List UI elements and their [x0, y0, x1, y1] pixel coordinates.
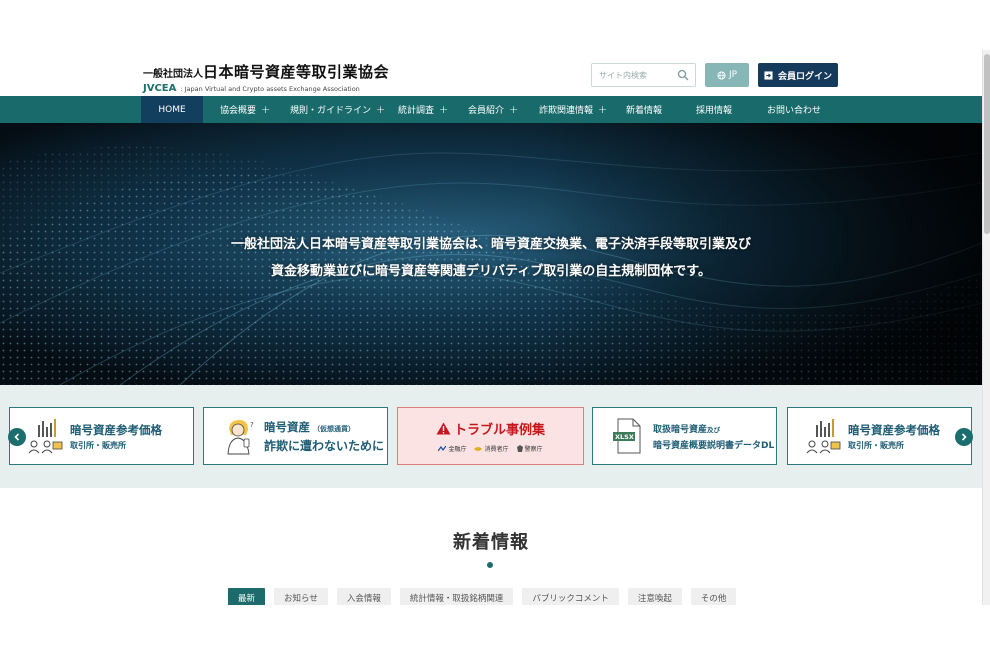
agency-npa: 警察庁	[516, 444, 543, 453]
plus-icon: +	[598, 103, 608, 116]
nav-label: 会員紹介	[468, 106, 505, 116]
tab-other[interactable]: その他	[690, 588, 737, 605]
plus-icon: +	[509, 103, 519, 116]
nav-item-about[interactable]: 協会概要 +	[220, 96, 270, 123]
banner-title: 取扱暗号資産及び	[653, 422, 774, 435]
logo-english-name: : Japan Virtual and Crypto assets Exchan…	[180, 84, 360, 93]
site-logo[interactable]: 一般社団法人 日本暗号資産等取引業協会 JVCEA : Japan Virtua…	[143, 61, 389, 94]
login-icon	[764, 70, 773, 80]
fsa-logo-icon	[438, 445, 447, 451]
banner-title: トラブル事例集	[436, 419, 545, 438]
market-chart-icon	[806, 419, 841, 454]
banner-title-note: （仮想通貨）	[313, 424, 355, 433]
xlsx-label: XLSX	[615, 433, 634, 441]
nav-item-news[interactable]: 新着情報	[626, 96, 662, 123]
svg-text:?: ?	[250, 421, 254, 429]
news-section-title: 新着情報	[453, 532, 529, 553]
hero-banner: 一般社団法人日本暗号資産等取引業協会は、暗号資産交換業、電子決済手段等取引業及び…	[0, 123, 982, 385]
language-label: JP	[728, 70, 738, 80]
search-icon[interactable]	[677, 69, 689, 81]
agency-fsa: 金融庁	[438, 444, 466, 453]
nav-label: 統計調査	[398, 106, 435, 116]
market-chart-icon	[28, 419, 63, 454]
logo-org-type: 一般社団法人	[143, 69, 203, 80]
agency-name: 金融庁	[448, 446, 467, 453]
caa-logo-icon	[474, 446, 483, 451]
globe-icon	[717, 70, 726, 80]
tab-membership[interactable]: 入会情報	[336, 588, 391, 605]
hero-line-1: 一般社団法人日本暗号資産等取引業協会は、暗号資産交換業、電子決済手段等取引業及び	[230, 237, 751, 252]
news-tabs: 最新 お知らせ 入会情報 統計情報・取扱銘柄関連 パブリックコメント 注意喚起 …	[228, 588, 737, 605]
banner-subtitle: 取引所・販売所	[848, 440, 904, 450]
banner-subtitle: 詐欺に遭わないために	[264, 438, 385, 453]
login-label: 会員ログイン	[777, 71, 832, 82]
carousel-prev-button[interactable]	[8, 428, 26, 446]
banner-subtitle: 暗号資産概要説明書データDL	[653, 440, 775, 451]
page-scrollbar[interactable]	[982, 50, 990, 605]
banner-title: 暗号資産参考価格	[70, 422, 162, 437]
plus-icon: +	[261, 103, 271, 116]
logo-abbreviation: JVCEA	[143, 83, 177, 94]
xlsx-file-icon: XLSX	[613, 418, 641, 454]
banner-data-download[interactable]: XLSX 取扱暗号資産及び 暗号資産概要説明書データDL	[592, 407, 777, 465]
nav-item-fraud-info[interactable]: 詐欺関連情報 +	[539, 96, 607, 123]
hero-line-2: 資金移動業並びに暗号資産等関連デリバティブ取引業の自主規制団体です。	[271, 264, 711, 279]
site-search	[591, 63, 696, 87]
banner-title-connector: 及び	[707, 425, 721, 434]
search-input[interactable]	[599, 70, 681, 80]
chevron-left-icon	[14, 433, 20, 441]
banner-reference-price-2[interactable]: 暗号資産参考価格 取引所・販売所	[787, 407, 972, 465]
nav-label: HOME	[158, 104, 186, 115]
site-header: 一般社団法人 日本暗号資産等取引業協会 JVCEA : Japan Virtua…	[0, 50, 982, 96]
banner-reference-price[interactable]: 暗号資産参考価格 取引所・販売所	[9, 407, 194, 465]
nav-item-recruit[interactable]: 採用情報	[696, 96, 732, 123]
npa-logo-icon	[516, 445, 523, 452]
banner-carousel: 暗号資産参考価格 取引所・販売所 ? 暗号資産 （仮想通貨） 詐欺に遭わないために	[0, 385, 982, 488]
nav-item-members[interactable]: 会員紹介 +	[468, 96, 518, 123]
tab-statistics[interactable]: 統計情報・取扱銘柄関連	[399, 588, 514, 605]
person-phone-icon: ?	[227, 420, 254, 455]
nav-label: 詐欺関連情報	[539, 106, 594, 116]
banner-title-main: 暗号資産	[264, 419, 310, 434]
logo-org-name: 日本暗号資産等取引業協会	[203, 63, 390, 81]
nav-label: 規則・ガイドライン	[290, 106, 372, 116]
nav-item-statistics[interactable]: 統計調査 +	[398, 96, 448, 123]
carousel-next-button[interactable]	[955, 428, 973, 446]
hero-tagline: 一般社団法人日本暗号資産等取引業協会は、暗号資産交換業、電子決済手段等取引業及び…	[0, 231, 982, 285]
banner-fraud-prevention[interactable]: ? 暗号資産 （仮想通貨） 詐欺に遭わないために	[203, 407, 388, 465]
banner-title: 暗号資産参考価格	[848, 422, 940, 437]
scrollbar-thumb[interactable]	[984, 54, 990, 234]
main-nav: HOME 協会概要 + 規則・ガイドライン + 統計調査 + 会員紹介 + 詐欺…	[0, 96, 982, 123]
banner-subtitle: 取引所・販売所	[70, 440, 126, 450]
nav-label: 採用情報	[696, 106, 733, 116]
banner-title-text: トラブル事例集	[453, 423, 545, 438]
agency-logos: 金融庁 消費者庁 警察庁	[438, 444, 543, 453]
agency-caa: 消費者庁	[474, 444, 509, 453]
member-login-button[interactable]: 会員ログイン	[758, 63, 838, 87]
nav-item-home[interactable]: HOME	[141, 96, 203, 123]
page: 一般社団法人 日本暗号資産等取引業協会 JVCEA : Japan Virtua…	[0, 50, 982, 605]
agency-name: 消費者庁	[484, 446, 509, 453]
tab-notices[interactable]: お知らせ	[274, 588, 328, 605]
nav-item-rules[interactable]: 規則・ガイドライン +	[290, 96, 385, 123]
nav-label: 協会概要	[220, 106, 257, 116]
section-dot-ornament	[487, 562, 493, 568]
tab-alerts[interactable]: 注意喚起	[627, 588, 682, 605]
plus-icon: +	[439, 103, 449, 116]
nav-label: 新着情報	[626, 106, 663, 116]
language-button[interactable]: JP	[705, 63, 749, 87]
banner-trouble-cases[interactable]: トラブル事例集 金融庁 消費者庁 警察庁	[397, 407, 584, 465]
tab-latest[interactable]: 最新	[228, 588, 266, 605]
agency-name: 警察庁	[524, 446, 543, 453]
warning-icon	[436, 422, 451, 435]
plus-icon: +	[376, 103, 386, 116]
banner-title-main: 取扱暗号資産	[653, 424, 708, 435]
chevron-right-icon	[961, 433, 967, 441]
tab-public-comment[interactable]: パブリックコメント	[522, 588, 619, 605]
nav-item-contact[interactable]: お問い合わせ	[767, 96, 821, 123]
nav-label: お問い合わせ	[767, 106, 822, 116]
banner-title: 暗号資産 （仮想通貨）	[264, 419, 384, 435]
